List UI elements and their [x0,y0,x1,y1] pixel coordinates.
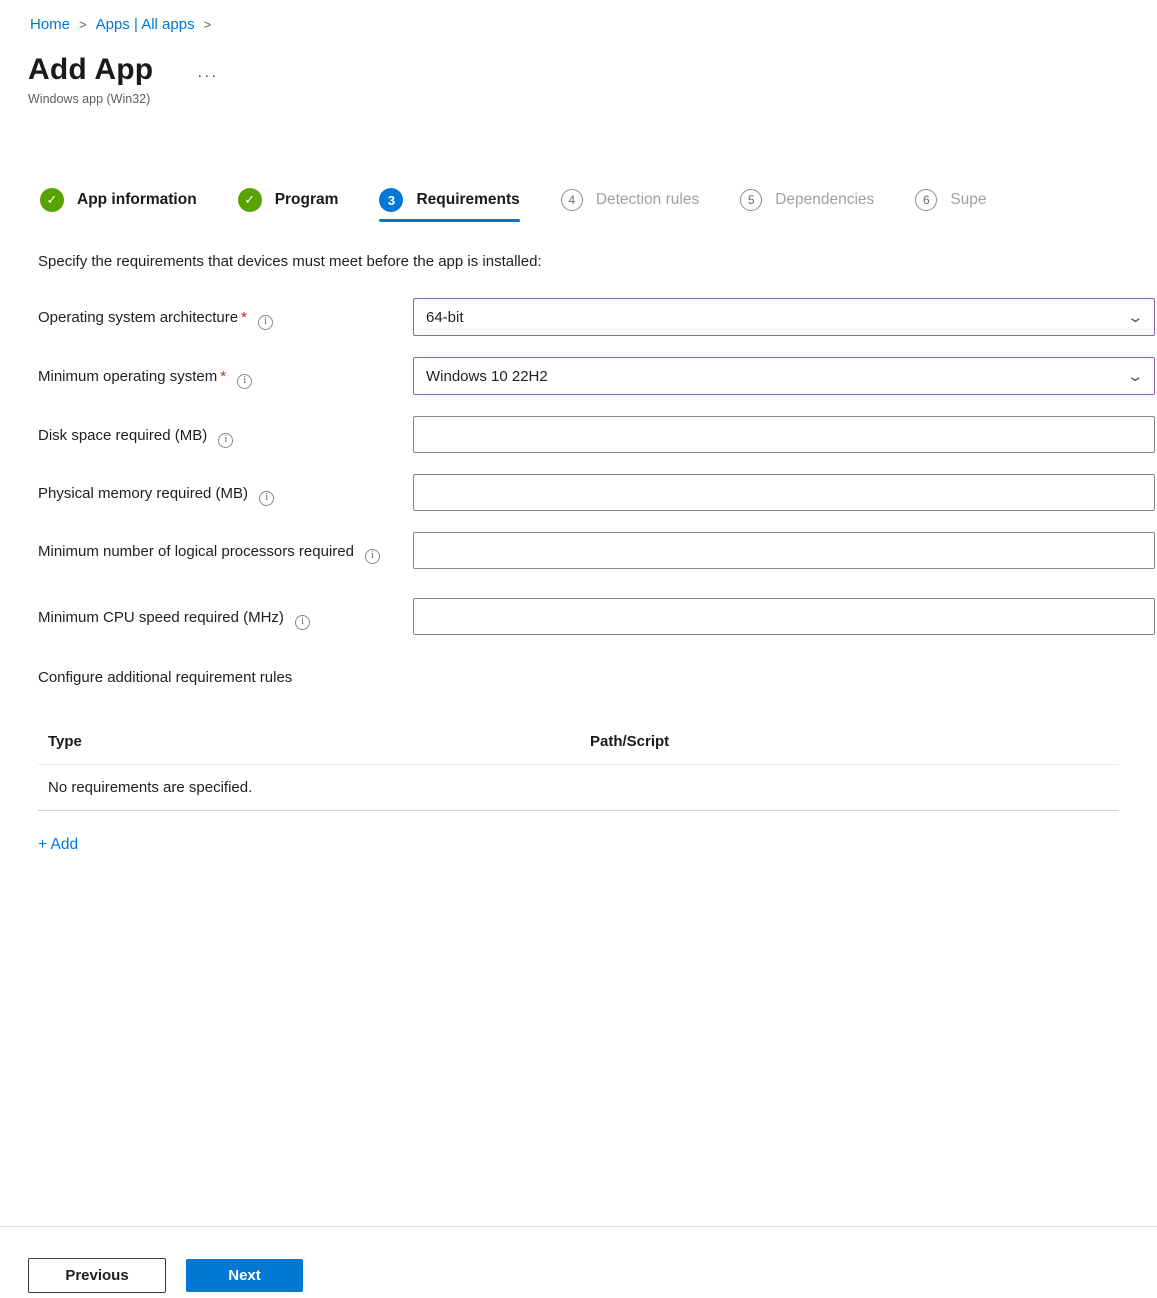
field-label-text: Operating system architecture [38,309,238,326]
additional-rules-heading: Configure additional requirement rules [38,669,1157,686]
disk-space-input[interactable] [413,416,1155,453]
field-label: Minimum CPU speed required (MHz) i [38,598,413,630]
requirements-intro-text: Specify the requirements that devices mu… [38,253,1157,270]
step-program[interactable]: ✓ Program [238,188,339,212]
breadcrumb-link-home[interactable]: Home [30,16,70,33]
field-label: Physical memory required (MB) i [38,474,413,506]
step-label: Supe [950,191,986,209]
step-number-icon: 3 [379,188,403,212]
required-marker: * [241,309,247,326]
column-header-path-script: Path/Script [590,733,1119,750]
previous-button[interactable]: Previous [28,1258,166,1293]
form-row-os-architecture: Operating system architecture* i 64-bit … [38,298,1157,336]
breadcrumb-link-all-apps[interactable]: Apps | All apps [96,16,195,33]
info-icon[interactable]: i [237,374,252,389]
check-circle-icon: ✓ [40,188,64,212]
chevron-down-icon: ⌄ [1127,308,1145,326]
os-architecture-dropdown[interactable]: 64-bit ⌄ [413,298,1155,336]
context-menu-ellipsis-icon[interactable]: ··· [197,58,218,83]
info-icon[interactable]: i [258,315,273,330]
check-circle-icon: ✓ [238,188,262,212]
field-label-text: Minimum operating system [38,368,217,385]
requirements-form: Operating system architecture* i 64-bit … [38,298,1157,635]
step-label: App information [77,191,197,209]
step-app-information[interactable]: ✓ App information [40,188,197,212]
add-requirement-link[interactable]: + Add [38,836,78,854]
table-empty-message: No requirements are specified. [38,765,1119,811]
field-label: Minimum operating system* i [38,357,413,389]
field-label: Minimum number of logical processors req… [38,532,413,564]
page-title: Add App [28,53,153,87]
column-header-type: Type [48,733,590,750]
physical-memory-input[interactable] [413,474,1155,511]
field-label-text: Minimum CPU speed required (MHz) [38,609,284,626]
step-label: Requirements [416,191,519,209]
next-button[interactable]: Next [186,1259,303,1292]
dropdown-selected-value: Windows 10 22H2 [426,368,548,385]
wizard-footer: Previous Next [0,1226,1157,1298]
requirement-rules-table: Type Path/Script No requirements are spe… [38,733,1119,811]
step-number-icon: 4 [561,189,583,211]
info-icon[interactable]: i [295,615,310,630]
info-icon[interactable]: i [259,491,274,506]
form-row-logical-processors: Minimum number of logical processors req… [38,532,1157,569]
dropdown-selected-value: 64-bit [426,309,464,326]
step-detection-rules[interactable]: 4 Detection rules [561,189,699,211]
step-requirements[interactable]: 3 Requirements [379,188,519,212]
breadcrumb-separator-icon: > [79,17,87,32]
info-icon[interactable]: i [218,433,233,448]
step-number-icon: 5 [740,189,762,211]
breadcrumb-separator-icon: > [204,17,212,32]
minimum-os-dropdown[interactable]: Windows 10 22H2 ⌄ [413,357,1155,395]
cpu-speed-input[interactable] [413,598,1155,635]
step-dependencies[interactable]: 5 Dependencies [740,189,874,211]
wizard-steps: ✓ App information ✓ Program 3 Requiremen… [40,188,1157,212]
field-label-text: Physical memory required (MB) [38,485,248,502]
form-row-cpu-speed: Minimum CPU speed required (MHz) i [38,598,1157,635]
step-label: Detection rules [596,191,699,209]
step-supersedence[interactable]: 6 Supe [915,189,986,211]
field-label: Operating system architecture* i [38,298,413,330]
field-label-text: Minimum number of logical processors req… [38,543,354,560]
chevron-down-icon: ⌄ [1127,367,1145,385]
info-icon[interactable]: i [365,549,380,564]
form-row-minimum-os: Minimum operating system* i Windows 10 2… [38,357,1157,395]
logical-processors-input[interactable] [413,532,1155,569]
step-label: Dependencies [775,191,874,209]
step-label: Program [275,191,339,209]
required-marker: * [220,368,226,385]
form-row-physical-memory: Physical memory required (MB) i [38,474,1157,511]
breadcrumb: Home > Apps | All apps > [0,0,1157,33]
step-number-icon: 6 [915,189,937,211]
table-header-row: Type Path/Script [38,733,1119,765]
form-row-disk-space: Disk space required (MB) i [38,416,1157,453]
page-subtitle: Windows app (Win32) [28,92,1157,106]
field-label: Disk space required (MB) i [38,416,413,448]
field-label-text: Disk space required (MB) [38,427,207,444]
